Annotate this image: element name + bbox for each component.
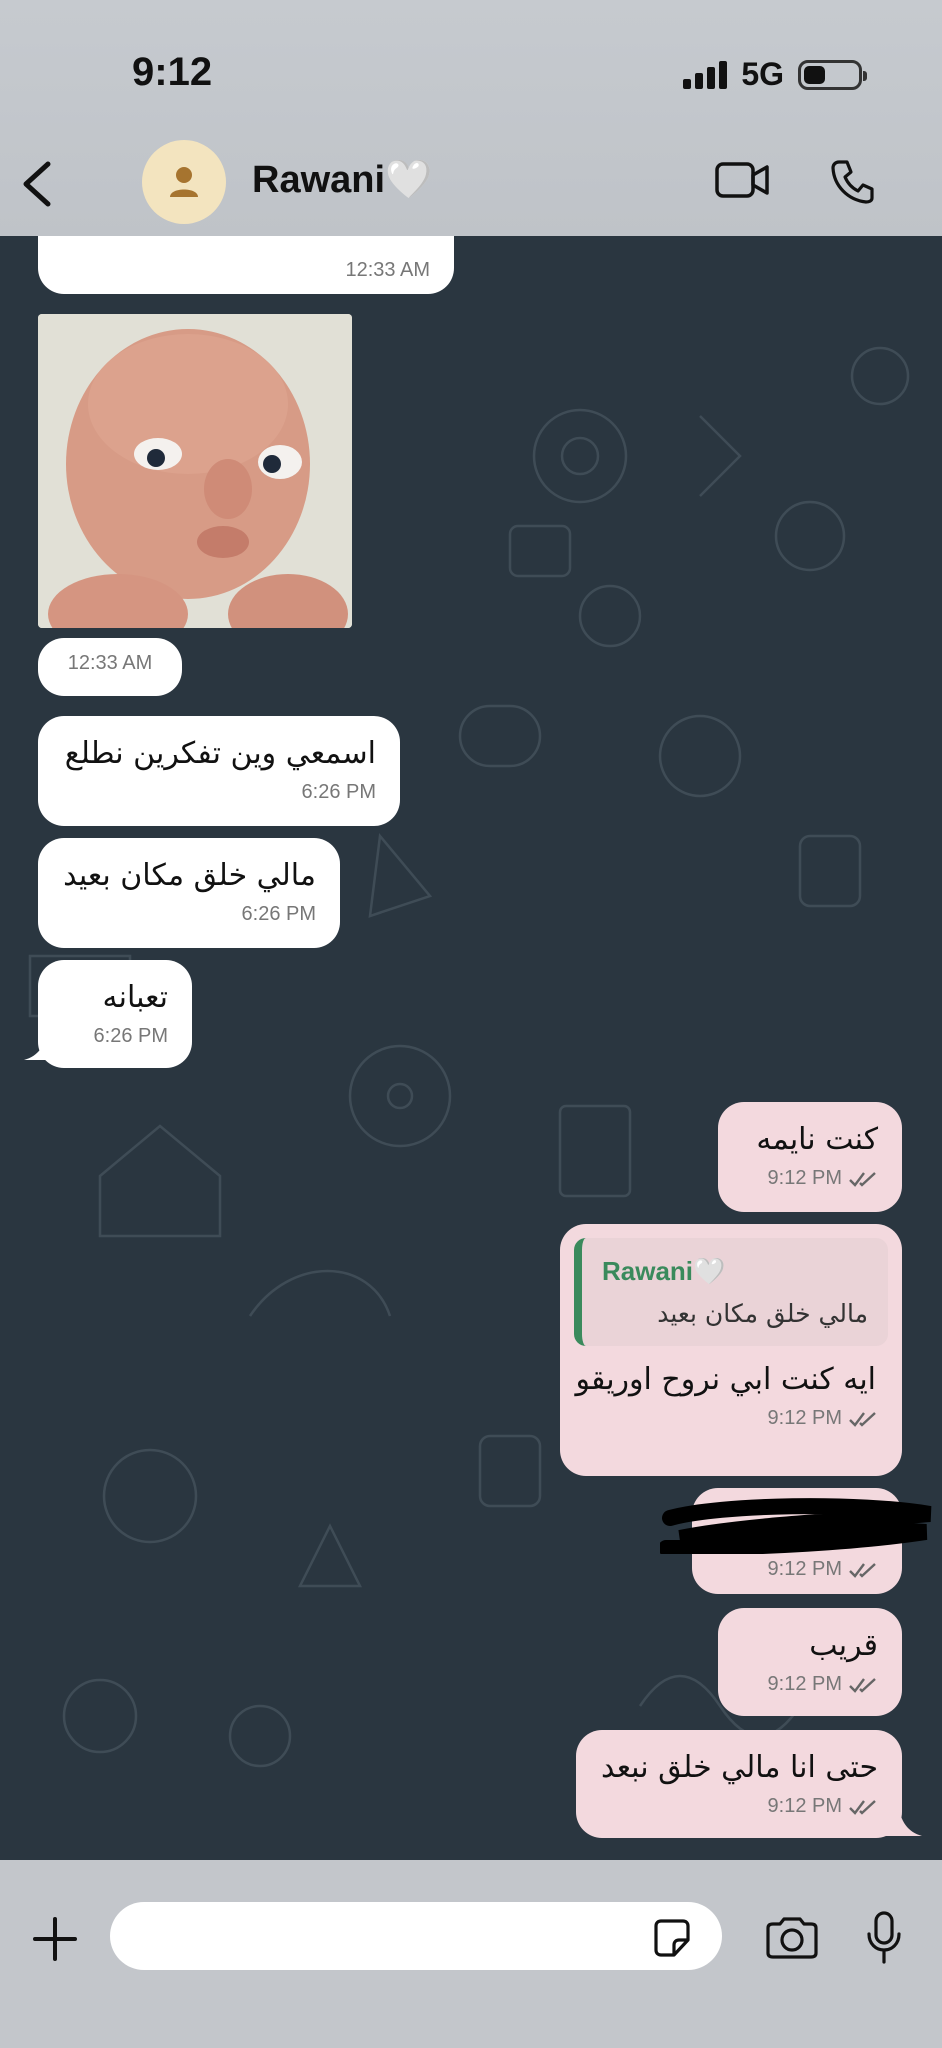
network-label: 5G [741, 56, 784, 92]
message-text: تعبانه [102, 980, 168, 1015]
double-check-icon [849, 1799, 876, 1815]
message-composer [0, 1860, 942, 2048]
message-time: 9:12 PM [600, 1795, 878, 1818]
image-time-badge: 12:33 AM [38, 638, 182, 696]
message-time: 9:12 PM [742, 1673, 878, 1696]
message-bubble-outgoing[interactable]: حتى انا مالي خلق نبعد 9:12 PM [576, 1730, 902, 1838]
message-text: حتى انا مالي خلق نبعد [600, 1750, 878, 1785]
message-time: 9:12 PM [574, 1407, 888, 1430]
message-bubble-outgoing[interactable]: قريب 9:12 PM [718, 1608, 902, 1716]
message-text: قريب [809, 1628, 878, 1663]
message-time: 12:33 AM [345, 259, 430, 281]
message-bubble-incoming[interactable]: مالي خلق مكان بعيد 6:26 PM [38, 838, 340, 948]
sticker-icon[interactable] [650, 1916, 694, 1960]
double-check-icon [849, 1562, 876, 1578]
message-bubble-outgoing[interactable]: كنت نايمه 9:12 PM [718, 1102, 902, 1212]
message-time: 9:12 PM [742, 1167, 878, 1190]
message-input[interactable] [110, 1902, 722, 1970]
chevron-left-icon[interactable] [18, 158, 58, 210]
signal-icon [683, 60, 728, 89]
phone-icon[interactable] [830, 158, 874, 204]
chat-area[interactable]: 12:33 AM 12:33 AM اسمعي وين تفكرين نطلع … [0, 236, 942, 1860]
redaction-scribble [660, 1498, 932, 1554]
chat-header: 9:12 5G Rawani🤍 [0, 0, 942, 236]
avatar[interactable] [142, 140, 226, 224]
video-camera-icon[interactable] [714, 160, 770, 200]
status-time: 9:12 [132, 50, 213, 94]
message-bubble-incoming[interactable]: اسمعي وين تفكرين نطلع 6:26 PM [38, 716, 400, 826]
message-text: كنت نايمه [756, 1122, 878, 1157]
reply-text: مالي خلق مكان بعيد [657, 1299, 868, 1328]
double-check-icon [849, 1411, 876, 1427]
message-bubble-incoming[interactable]: 12:33 AM [38, 236, 454, 294]
person-icon [170, 167, 198, 197]
double-check-icon [849, 1171, 876, 1187]
camera-icon[interactable] [764, 1916, 820, 1960]
plus-icon[interactable] [32, 1916, 78, 1962]
double-check-icon [849, 1677, 876, 1693]
message-text: مالي خلق مكان بعيد [63, 858, 316, 893]
message-bubble-outgoing[interactable]: 9:12 PM [660, 1488, 932, 1594]
message-bubble-incoming[interactable]: تعبانه 6:26 PM [38, 960, 192, 1068]
image-message[interactable] [38, 314, 352, 628]
battery-icon [798, 59, 867, 90]
message-time: 6:26 PM [301, 781, 376, 803]
status-indicators: 5G [683, 56, 867, 93]
baby-doll-photo [38, 314, 352, 628]
contact-name[interactable]: Rawani🤍 [252, 158, 432, 202]
reply-quote[interactable]: Rawani🤍 مالي خلق مكان بعيد [574, 1238, 888, 1346]
message-time: 9:12 PM [716, 1558, 878, 1581]
message-text: اسمعي وين تفكرين نطلع [64, 736, 376, 771]
message-time: 6:26 PM [241, 903, 316, 925]
reply-author: Rawani🤍 [602, 1256, 726, 1286]
message-time: 6:26 PM [93, 1025, 168, 1047]
message-bubble-outgoing-reply[interactable]: Rawani🤍 مالي خلق مكان بعيد ايه كنت ابي ن… [560, 1224, 902, 1476]
microphone-icon[interactable] [864, 1910, 904, 1966]
message-text: ايه كنت ابي نروح اوريقو [575, 1362, 876, 1397]
